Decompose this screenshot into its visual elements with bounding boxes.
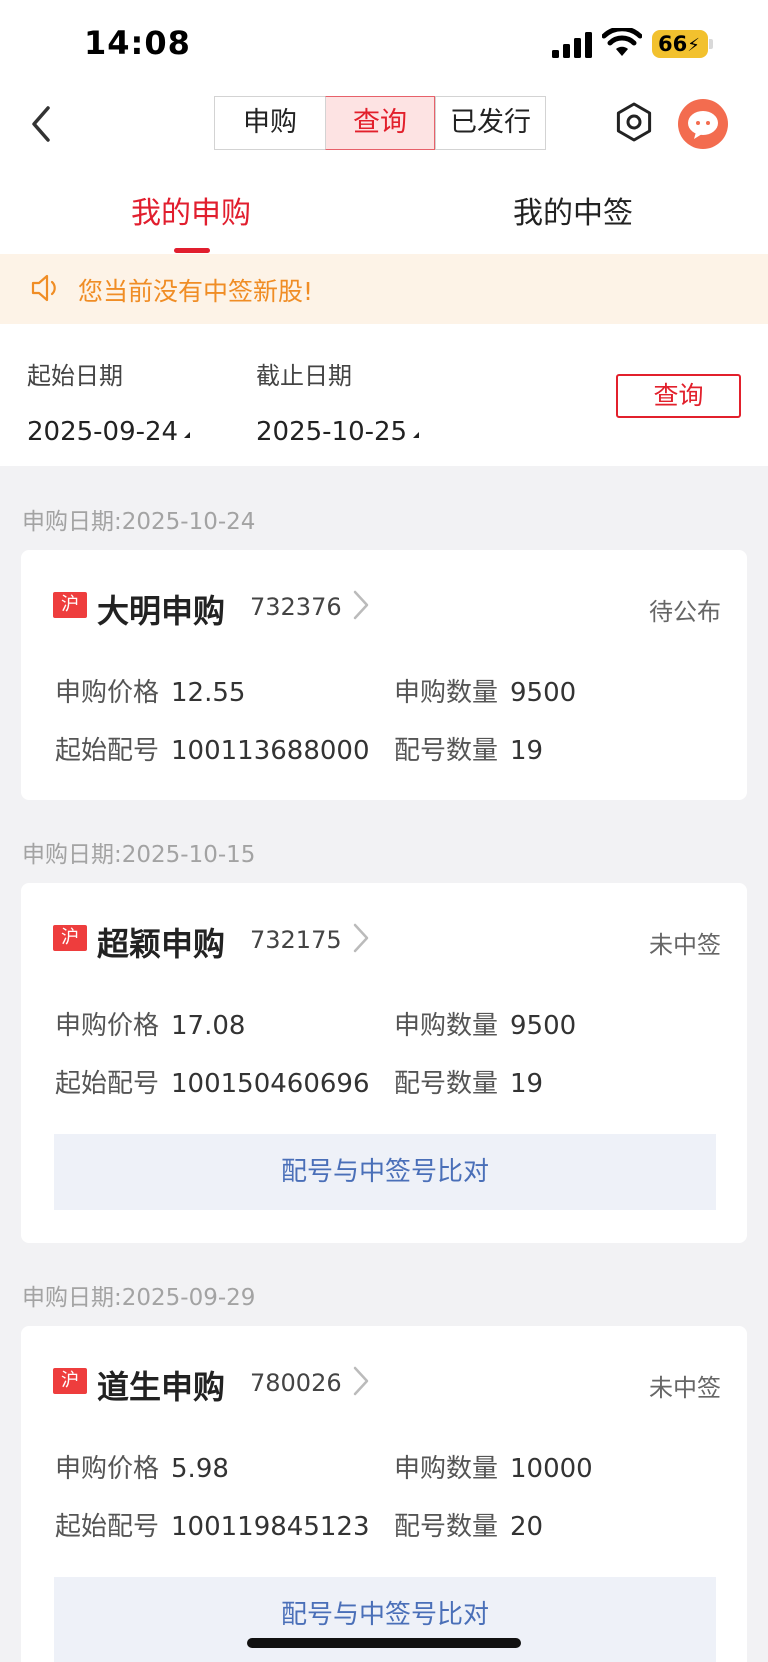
quantity-label: 申购数量 [394, 1454, 499, 1484]
assistant-avatar[interactable] [678, 99, 728, 149]
date-filter: 起始日期 2025-09-24 截止日期 2025-10-25 查询 [0, 324, 768, 466]
market-badge: 沪 [53, 925, 87, 951]
subscription-card: 沪 道生申购 780026 未中签 申购价格 5.98 申购数量 10000 起始配… [21, 1326, 747, 1662]
subscription-date-header: 申购日期:2025-09-29 [22, 1278, 255, 1312]
stock-name[interactable]: 超颖申购 [97, 919, 225, 965]
date-value: 2025-10-15 [121, 842, 256, 868]
start-no-label: 起始配号 [55, 736, 160, 766]
quantity-value: 9500 [510, 1011, 577, 1041]
battery-indicator: 66⚡ [652, 30, 713, 58]
lottery-status: 未中签 [649, 1374, 721, 1402]
subscription-card: 沪 超颖申购 732175 未中签 申购价格 17.08 申购数量 9500 起始配… [21, 883, 747, 1243]
no-count-label: 配号数量 [394, 1069, 499, 1099]
stock-code[interactable]: 780026 [250, 1369, 342, 1397]
stock-name[interactable]: 道生申购 [97, 1362, 225, 1408]
notice-bar: 您当前没有中签新股! [0, 254, 768, 324]
stock-code[interactable]: 732376 [250, 593, 342, 621]
no-count-value: 19 [510, 736, 544, 766]
stock-code[interactable]: 732175 [250, 926, 342, 954]
price-label: 申购价格 [55, 678, 160, 708]
tab-my-winnings[interactable]: 我的中签 [513, 188, 633, 232]
start-date-label: 起始日期 [27, 362, 123, 390]
lottery-status: 待公布 [649, 598, 721, 626]
chevron-right-icon[interactable] [349, 588, 373, 622]
nav-bar: 申购 查询 已发行 [0, 90, 768, 170]
chevron-right-icon[interactable] [349, 1364, 373, 1398]
start-no-value: 100113688000 [171, 736, 370, 766]
price-field: 申购价格 5.98 [55, 1448, 229, 1485]
chat-bubble-icon [688, 111, 718, 139]
start-no-field: 起始配号 100150460696 [55, 1063, 370, 1100]
back-icon[interactable] [26, 104, 56, 144]
end-date-label: 截止日期 [256, 362, 352, 390]
notice-text: 您当前没有中签新股! [78, 277, 314, 306]
quantity-field: 申购数量 9500 [394, 672, 576, 709]
start-no-label: 起始配号 [55, 1512, 160, 1542]
quantity-label: 申购数量 [394, 1011, 499, 1041]
battery-level: 66 [658, 32, 688, 56]
segment-subscribe[interactable]: 申购 [215, 97, 325, 149]
quantity-value: 9500 [510, 678, 577, 708]
market-badge: 沪 [53, 1368, 87, 1394]
no-count-field: 配号数量 19 [394, 730, 543, 767]
price-label: 申购价格 [55, 1454, 160, 1484]
segment-query[interactable]: 查询 [325, 96, 435, 150]
start-date-value: 2025-09-24 [27, 417, 179, 447]
cellular-signal-icon [552, 32, 592, 58]
date-value: 2025-09-29 [121, 1285, 256, 1311]
start-no-field: 起始配号 100119845123 [55, 1506, 370, 1543]
price-value: 5.98 [171, 1454, 229, 1484]
quantity-label: 申购数量 [394, 678, 499, 708]
segment-issued[interactable]: 已发行 [435, 97, 545, 149]
query-button[interactable]: 查询 [616, 374, 741, 418]
subscription-card: 沪 大明申购 732376 待公布 申购价格 12.55 申购数量 9500 起始配… [21, 550, 747, 800]
status-bar: 14:08 66⚡ [0, 0, 768, 90]
no-count-value: 19 [510, 1069, 544, 1099]
subscription-date-header: 申购日期:2025-10-15 [22, 835, 255, 869]
price-value: 17.08 [171, 1011, 246, 1041]
lottery-status: 未中签 [649, 931, 721, 959]
price-field: 申购价格 17.08 [55, 1005, 245, 1042]
status-time: 14:08 [84, 24, 191, 62]
no-count-field: 配号数量 20 [394, 1506, 543, 1543]
subscription-date-header: 申购日期:2025-10-24 [22, 502, 255, 536]
date-prefix: 申购日期: [22, 1285, 122, 1311]
no-count-value: 20 [510, 1512, 544, 1542]
segment-control: 申购 查询 已发行 [214, 96, 546, 150]
date-value: 2025-10-24 [121, 509, 256, 535]
no-count-field: 配号数量 19 [394, 1063, 543, 1100]
wifi-icon [602, 28, 642, 56]
price-value: 12.55 [171, 678, 246, 708]
compare-numbers-button[interactable]: 配号与中签号比对 [54, 1577, 716, 1662]
start-date-picker[interactable]: 2025-09-24 [27, 417, 191, 447]
home-indicator[interactable] [247, 1638, 521, 1648]
compare-numbers-button[interactable]: 配号与中签号比对 [54, 1134, 716, 1210]
price-field: 申购价格 12.55 [55, 672, 245, 709]
quantity-field: 申购数量 9500 [394, 1005, 576, 1042]
market-badge: 沪 [53, 592, 87, 618]
stock-name[interactable]: 大明申购 [97, 586, 225, 632]
dropdown-triangle-icon [413, 432, 420, 438]
speaker-icon [31, 274, 56, 302]
quantity-value: 10000 [510, 1454, 593, 1484]
end-date-value: 2025-10-25 [256, 417, 408, 447]
chevron-right-icon[interactable] [349, 921, 373, 955]
end-date-picker[interactable]: 2025-10-25 [256, 417, 420, 447]
date-prefix: 申购日期: [22, 509, 122, 535]
start-no-value: 100150460696 [171, 1069, 370, 1099]
tab-active-indicator [174, 248, 210, 253]
start-no-label: 起始配号 [55, 1069, 160, 1099]
tab-my-subscriptions[interactable]: 我的申购 [131, 188, 251, 232]
no-count-label: 配号数量 [394, 1512, 499, 1542]
start-no-field: 起始配号 100113688000 [55, 730, 370, 767]
date-prefix: 申购日期: [22, 842, 122, 868]
tab-bar: 我的申购 我的中签 [0, 170, 768, 254]
settings-icon[interactable] [612, 100, 656, 144]
start-no-value: 100119845123 [171, 1512, 370, 1542]
quantity-field: 申购数量 10000 [394, 1448, 593, 1485]
no-count-label: 配号数量 [394, 736, 499, 766]
price-label: 申购价格 [55, 1011, 160, 1041]
dropdown-triangle-icon [184, 432, 191, 438]
